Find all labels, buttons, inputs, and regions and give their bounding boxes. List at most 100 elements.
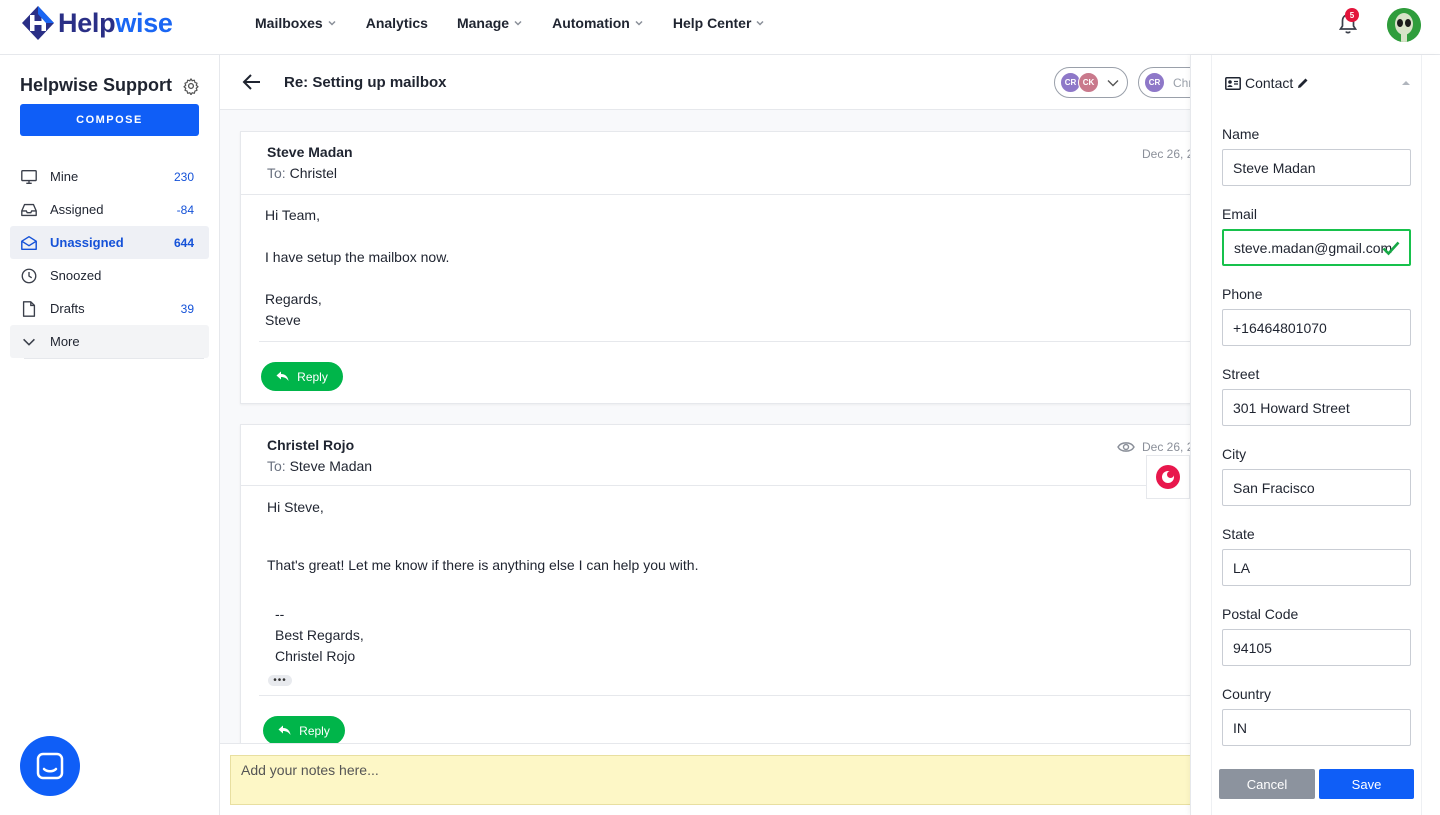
app-logo-icon <box>1156 465 1180 489</box>
country-field[interactable]: IN <box>1222 709 1411 746</box>
back-arrow-icon[interactable] <box>242 73 262 91</box>
compose-button[interactable]: COMPOSE <box>20 104 199 136</box>
phone-label: Phone <box>1222 286 1263 302</box>
message-sender: Christel Rojo <box>267 437 355 453</box>
notes-bar: Add your notes here... <box>220 743 1190 815</box>
divider <box>241 485 1190 486</box>
sidebar-item-count: 644 <box>173 235 194 250</box>
message-date: Dec 26, 2 <box>1142 147 1190 161</box>
sidebar-item-label: Assigned <box>50 202 104 217</box>
message-body-line: That's great! Let me know if there is an… <box>267 557 699 573</box>
helpwise-logo-icon <box>22 6 54 40</box>
email-value: steve.madan@gmail.com <box>1234 239 1393 256</box>
divider <box>241 194 1190 195</box>
chevron-down-icon <box>514 20 522 26</box>
owner-selector[interactable]: CR Chr <box>1138 67 1190 98</box>
message-body-line: Hi Team, <box>265 207 320 223</box>
floating-app-badge[interactable] <box>1146 455 1190 499</box>
sidebar-item-unassigned[interactable]: Unassigned 644 <box>10 226 209 259</box>
nav-mailboxes[interactable]: Mailboxes <box>255 15 337 31</box>
chevron-down-icon <box>23 338 35 346</box>
phone-field[interactable]: +16464801070 <box>1222 309 1411 346</box>
name-field[interactable]: Steve Madan <box>1222 149 1411 186</box>
divider <box>259 341 1190 342</box>
assignee-avatar: CK <box>1078 72 1099 93</box>
message-recipient: To: Steve Madan <box>267 458 373 474</box>
sidebar-item-assigned[interactable]: Assigned -84 <box>10 193 209 226</box>
sidebar-item-label: Unassigned <box>50 235 124 250</box>
nav-automation[interactable]: Automation <box>552 15 644 31</box>
gear-icon[interactable] <box>182 77 200 95</box>
sidebar-item-label: Snoozed <box>50 268 102 283</box>
contact-panel: Contact Name Steve Madan Email steve.mad… <box>1190 55 1440 815</box>
pencil-icon[interactable] <box>1297 77 1309 89</box>
nav-help-center[interactable]: Help Center <box>673 15 766 31</box>
message-body-line: I have setup the mailbox now. <box>265 249 450 265</box>
monitor-icon <box>21 169 37 184</box>
notes-input[interactable]: Add your notes here... <box>230 755 1190 805</box>
nav-manage[interactable]: Manage <box>457 15 523 31</box>
chevron-up-icon[interactable] <box>1401 79 1411 87</box>
sidebar-item-count: -84 <box>176 202 194 217</box>
street-field[interactable]: 301 Howard Street <box>1222 389 1411 426</box>
name-label: Name <box>1222 126 1260 142</box>
signature-line: Best Regards, <box>275 627 364 643</box>
sidebar-item-drafts[interactable]: Drafts 39 <box>10 292 209 325</box>
sidebar-item-more[interactable]: More <box>10 325 209 358</box>
email-field[interactable]: steve.madan@gmail.com <box>1222 229 1411 266</box>
eye-icon[interactable] <box>1117 440 1135 454</box>
state-field[interactable]: LA <box>1222 549 1411 586</box>
alien-avatar-icon <box>1387 8 1421 42</box>
contact-title: Contact <box>1245 75 1294 91</box>
sidebar-item-mine[interactable]: Mine 230 <box>10 160 209 193</box>
sidebar-item-snoozed[interactable]: Snoozed <box>10 259 209 292</box>
message-date: Dec 26, 2 <box>1142 440 1190 454</box>
envelope-icon <box>21 235 37 250</box>
conversation-view: Re: Setting up mailbox CR CK CR Chr Stev… <box>220 55 1190 815</box>
email-label: Email <box>1222 206 1258 222</box>
sidebar-item-count: 230 <box>173 169 194 184</box>
owner-name: Chr <box>1173 76 1190 90</box>
user-avatar[interactable] <box>1387 8 1421 42</box>
chevron-down-icon <box>328 20 336 26</box>
helpwise-logo[interactable]: Helpwise <box>20 5 173 41</box>
sidebar-item-count: 39 <box>180 301 194 316</box>
file-icon <box>22 300 36 317</box>
message-sender: Steve Madan <box>267 144 353 160</box>
message-card: Steve Madan To: Christel Dec 26, 2 Hi Te… <box>240 131 1190 404</box>
chevron-down-icon <box>635 20 643 26</box>
sidebar-item-label: Drafts <box>50 301 85 316</box>
assignees-dropdown[interactable]: CR CK <box>1054 67 1128 98</box>
chat-widget-button[interactable] <box>20 736 80 796</box>
chat-icon <box>36 752 64 780</box>
save-button[interactable]: Save <box>1319 769 1414 799</box>
reply-button[interactable]: Reply <box>263 716 345 745</box>
city-label: City <box>1222 446 1247 462</box>
sidebar-divider <box>24 358 204 359</box>
show-trimmed-content-button[interactable]: ••• <box>268 675 292 686</box>
chevron-down-icon <box>756 20 764 26</box>
signature-line: -- <box>275 606 285 622</box>
chevron-down-icon <box>1107 80 1119 87</box>
message-body-line: Steve <box>265 312 301 328</box>
brand-name: Helpwise <box>58 7 173 38</box>
state-label: State <box>1222 526 1255 542</box>
postal-code-label: Postal Code <box>1222 606 1299 622</box>
city-field[interactable]: San Fracisco <box>1222 469 1411 506</box>
mailbox-folder-list: Mine 230 Assigned -84 Unassigned 644 Sno… <box>10 160 209 359</box>
contact-panel-header: Contact <box>1225 75 1309 91</box>
nav-analytics[interactable]: Analytics <box>366 15 428 31</box>
sidebar-item-label: More <box>50 334 80 349</box>
reply-button[interactable]: Reply <box>261 362 343 391</box>
cancel-button[interactable]: Cancel <box>1219 769 1315 799</box>
sidebar: Helpwise Support COMPOSE Mine 230 Assign… <box>0 55 220 815</box>
top-navbar: Helpwise Mailboxes Analytics Manage Auto… <box>0 0 1440 55</box>
reply-icon <box>276 371 289 381</box>
reply-icon <box>278 725 291 735</box>
notification-badge: 5 <box>1345 8 1359 22</box>
mailbox-name: Helpwise Support <box>20 75 173 95</box>
postal-code-field[interactable]: 94105 <box>1222 629 1411 666</box>
thread-header: Re: Setting up mailbox CR CK CR Chr <box>220 55 1190 110</box>
divider <box>259 695 1190 696</box>
contact-card-icon <box>1225 76 1241 90</box>
